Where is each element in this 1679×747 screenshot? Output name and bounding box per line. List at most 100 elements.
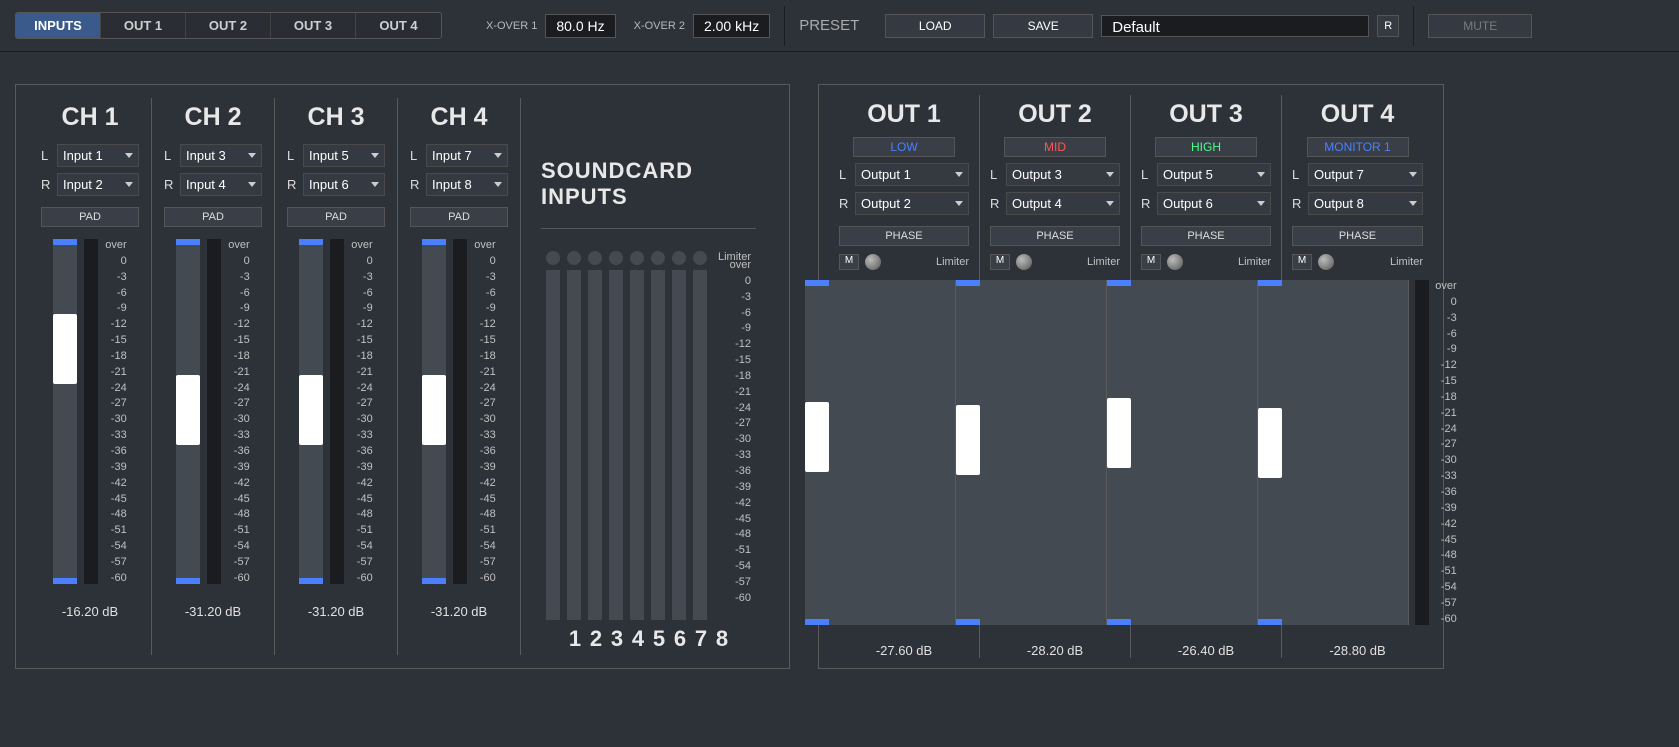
tab-out2[interactable]: OUT 2 bbox=[186, 13, 271, 38]
preset-label: PRESET bbox=[799, 17, 859, 34]
input-r-select[interactable]: Input 2 bbox=[57, 173, 139, 196]
chevron-down-icon bbox=[494, 182, 502, 187]
phase-button[interactable]: PHASE bbox=[839, 226, 969, 246]
output-title: OUT 3 bbox=[1169, 100, 1243, 129]
mute-button[interactable]: MUTE bbox=[1428, 14, 1532, 38]
input-r-select[interactable]: Input 4 bbox=[180, 173, 262, 196]
output-r-select[interactable]: Output 6 bbox=[1157, 192, 1271, 215]
phase-button[interactable]: PHASE bbox=[990, 226, 1120, 246]
output-l-select[interactable]: Output 7 bbox=[1308, 163, 1423, 186]
output-r-select[interactable]: Output 4 bbox=[1006, 192, 1120, 215]
input-readout: -16.20 dB bbox=[62, 604, 118, 619]
input-fader[interactable] bbox=[176, 239, 200, 584]
inputs-panel: CH 1LInput 1RInput 2PADover0-3-6-9-12-15… bbox=[15, 84, 790, 669]
chevron-down-icon bbox=[1409, 201, 1417, 206]
soundcard-meter bbox=[651, 270, 665, 620]
output-fader[interactable] bbox=[1107, 280, 1258, 625]
channel-title: CH 3 bbox=[308, 103, 365, 132]
clip-led-icon bbox=[672, 251, 686, 265]
soundcard-meter bbox=[693, 270, 707, 620]
preset-name[interactable]: Default bbox=[1101, 15, 1369, 37]
output-fader[interactable] bbox=[956, 280, 1107, 625]
output-fader[interactable] bbox=[1258, 280, 1409, 625]
nav-tabs: INPUTS OUT 1 OUT 2 OUT 3 OUT 4 bbox=[15, 12, 442, 39]
band-badge: LOW bbox=[853, 137, 955, 157]
channel-title: CH 2 bbox=[185, 103, 242, 132]
xover2-value[interactable]: 2.00 kHz bbox=[693, 14, 770, 38]
soundcard-meter bbox=[630, 270, 644, 620]
output-r-select[interactable]: Output 8 bbox=[1308, 192, 1423, 215]
xover2-label: X-OVER 2 bbox=[634, 20, 685, 32]
mono-button[interactable]: M bbox=[1141, 254, 1161, 270]
limiter-knob[interactable] bbox=[1318, 254, 1334, 270]
pad-button[interactable]: PAD bbox=[164, 207, 262, 227]
limiter-label: Limiter bbox=[1238, 256, 1271, 268]
tab-out3[interactable]: OUT 3 bbox=[271, 13, 356, 38]
clip-led-icon bbox=[567, 251, 581, 265]
clip-led-icon bbox=[630, 251, 644, 265]
output-l-select[interactable]: Output 3 bbox=[1006, 163, 1120, 186]
pad-button[interactable]: PAD bbox=[287, 207, 385, 227]
input-fader[interactable] bbox=[53, 239, 77, 584]
soundcard-meter bbox=[588, 270, 602, 620]
input-r-select[interactable]: Input 6 bbox=[303, 173, 385, 196]
xover1-label: X-OVER 1 bbox=[486, 20, 537, 32]
input-fader[interactable] bbox=[422, 239, 446, 584]
limiter-knob[interactable] bbox=[1016, 254, 1032, 270]
input-readout: -31.20 dB bbox=[308, 604, 364, 619]
chevron-down-icon bbox=[248, 153, 256, 158]
input-readout: -31.20 dB bbox=[431, 604, 487, 619]
input-fader[interactable] bbox=[299, 239, 323, 584]
clip-led-icon bbox=[546, 251, 560, 265]
input-readout: -31.20 dB bbox=[185, 604, 241, 619]
output-title: OUT 2 bbox=[1018, 100, 1092, 129]
phase-button[interactable]: PHASE bbox=[1292, 226, 1423, 246]
mono-button[interactable]: M bbox=[990, 254, 1010, 270]
limiter-label: Limiter bbox=[936, 256, 969, 268]
soundcard-meter bbox=[609, 270, 623, 620]
input-l-select[interactable]: Input 1 bbox=[57, 144, 139, 167]
mono-button[interactable]: M bbox=[1292, 254, 1312, 270]
chevron-down-icon bbox=[955, 201, 963, 206]
channel-title: CH 1 bbox=[62, 103, 119, 132]
preset-reset-button[interactable]: R bbox=[1377, 15, 1399, 37]
output-l-select[interactable]: Output 5 bbox=[1157, 163, 1271, 186]
input-l-select[interactable]: Input 5 bbox=[303, 144, 385, 167]
chevron-down-icon bbox=[371, 182, 379, 187]
soundcard-meter bbox=[546, 270, 560, 620]
save-button[interactable]: SAVE bbox=[993, 14, 1093, 38]
limiter-label: Limiter bbox=[1390, 256, 1423, 268]
mono-button[interactable]: M bbox=[839, 254, 859, 270]
chevron-down-icon bbox=[1106, 172, 1114, 177]
chevron-down-icon bbox=[955, 172, 963, 177]
load-button[interactable]: LOAD bbox=[885, 14, 985, 38]
input-meter bbox=[453, 239, 467, 584]
xover1-value[interactable]: 80.0 Hz bbox=[545, 14, 615, 38]
chevron-down-icon bbox=[371, 153, 379, 158]
tab-out1[interactable]: OUT 1 bbox=[101, 13, 186, 38]
input-l-select[interactable]: Input 3 bbox=[180, 144, 262, 167]
output-fader[interactable] bbox=[805, 280, 956, 625]
output-readout: -27.60 dB bbox=[876, 643, 932, 658]
soundcard-meter bbox=[672, 270, 686, 620]
tab-out4[interactable]: OUT 4 bbox=[356, 13, 441, 38]
tab-inputs[interactable]: INPUTS bbox=[16, 13, 101, 38]
output-l-select[interactable]: Output 1 bbox=[855, 163, 969, 186]
output-r-select[interactable]: Output 2 bbox=[855, 192, 969, 215]
input-meter bbox=[207, 239, 221, 584]
input-l-select[interactable]: Input 7 bbox=[426, 144, 508, 167]
pad-button[interactable]: PAD bbox=[410, 207, 508, 227]
outputs-panel: OUT 1LOWLOutput 1ROutput 2PHASEMLimitero… bbox=[818, 84, 1444, 669]
input-r-select[interactable]: Input 8 bbox=[426, 173, 508, 196]
chevron-down-icon bbox=[125, 182, 133, 187]
input-meter bbox=[84, 239, 98, 584]
output-readout: -28.20 dB bbox=[1027, 643, 1083, 658]
phase-button[interactable]: PHASE bbox=[1141, 226, 1271, 246]
output-readout: -28.80 dB bbox=[1329, 643, 1385, 658]
clip-led-icon bbox=[609, 251, 623, 265]
limiter-knob[interactable] bbox=[1167, 254, 1183, 270]
pad-button[interactable]: PAD bbox=[41, 207, 139, 227]
chevron-down-icon bbox=[248, 182, 256, 187]
limiter-knob[interactable] bbox=[865, 254, 881, 270]
output-title: OUT 4 bbox=[1321, 100, 1395, 129]
